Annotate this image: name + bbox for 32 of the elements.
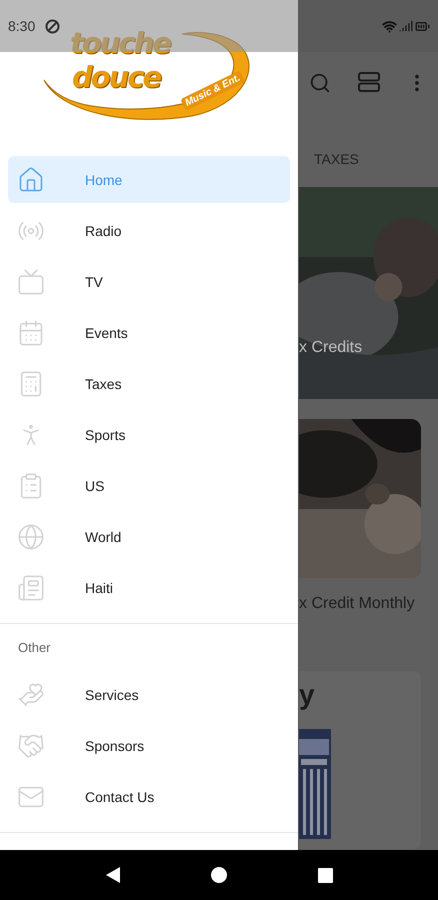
drawer-item[interactable]: Contact Us [8,773,290,820]
back-icon[interactable] [105,866,122,884]
drawer-item[interactable]: Taxes [8,360,290,407]
drawer-item[interactable]: Haiti [8,564,290,611]
drawer-item[interactable]: Radio [8,207,290,254]
tv-icon [17,268,45,296]
home-button-icon[interactable] [211,867,228,883]
card-title: y [299,679,316,711]
drawer-item[interactable]: Events [8,309,290,356]
view-toggle-icon[interactable] [358,72,380,92]
section-title: Other [17,639,52,657]
signal-icon [399,19,413,33]
logo-text: douce [72,62,160,92]
wifi-icon [382,18,397,34]
recents-icon[interactable] [318,868,333,882]
hand-heart-icon [17,680,45,708]
card-caption: x Credits [299,339,362,357]
status-time: 8:30 [8,18,36,34]
home-icon [17,166,45,194]
drawer-item[interactable]: Sports [8,411,290,458]
search-icon[interactable] [309,72,331,94]
drawer-item[interactable]: US [8,462,290,509]
drawer-item[interactable]: World [8,513,290,560]
globe-icon [17,522,45,550]
drawer-item[interactable]: Services [8,671,290,718]
drawer-item[interactable]: Sponsors [8,722,290,769]
card-caption: x Credit Monthly [299,595,416,613]
drawer-item[interactable]: TV [8,258,290,305]
newspaper-icon [17,574,45,602]
handshake-icon [17,732,45,760]
logo-text: touche [70,28,170,58]
calendar-icon [17,318,45,346]
